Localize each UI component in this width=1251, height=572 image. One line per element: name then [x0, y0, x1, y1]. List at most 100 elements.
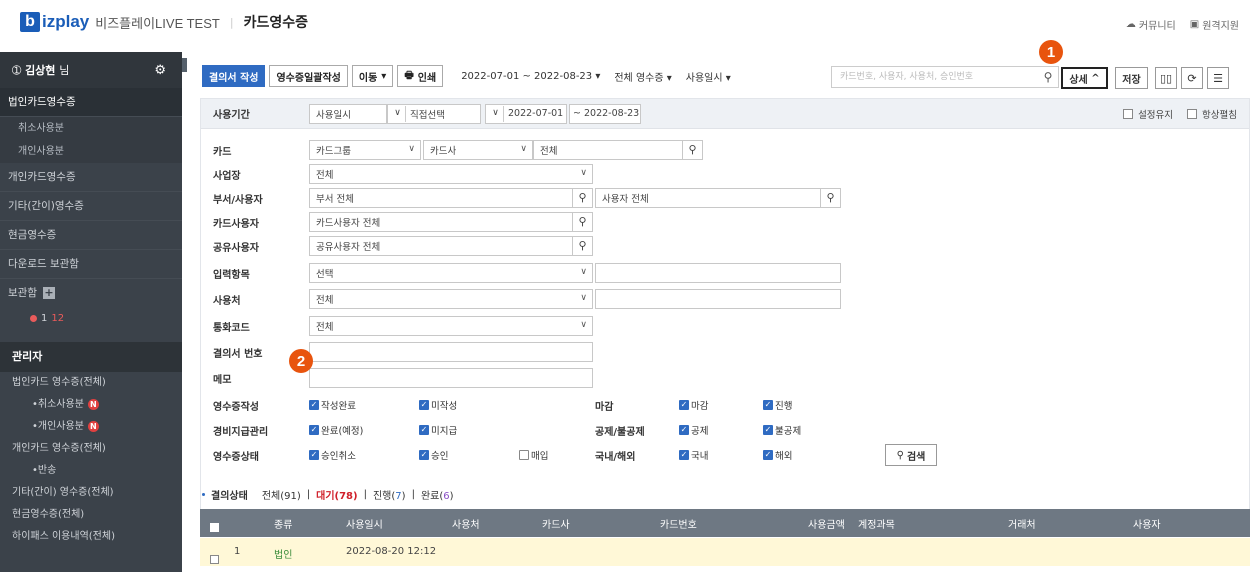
bulk-write-button[interactable]: 영수증일괄작성: [269, 65, 348, 87]
logo[interactable]: b izplay 비즈플레이LIVE TEST | 카드영수증: [20, 12, 308, 32]
list-menu-icon[interactable]: ☰: [1207, 67, 1229, 89]
close-done-checkbox[interactable]: ✓ 마감: [679, 398, 763, 412]
refresh-icon[interactable]: ⟳: [1181, 67, 1203, 89]
deduct-no-checkbox[interactable]: ✓ 불공제: [763, 423, 801, 437]
card-company-select[interactable]: 카드사 ∨: [423, 140, 533, 160]
memo-row: 메모: [201, 365, 1249, 391]
sidebar-item-corp-card[interactable]: 법인카드영수증: [0, 88, 182, 117]
logo-separator: |: [229, 15, 234, 29]
dept-input[interactable]: 부서 전체 ⚲: [309, 188, 593, 208]
memo-input[interactable]: [309, 368, 593, 388]
search-input[interactable]: 카드번호, 사용자, 사용처, 승인번호: [831, 66, 1059, 88]
share-user-input[interactable]: 공유사용자 전체 ⚲: [309, 236, 593, 256]
print-button[interactable]: 🖶 인쇄: [397, 65, 444, 87]
col-place[interactable]: 사용처: [452, 516, 480, 531]
search-icon[interactable]: ⚲: [682, 141, 702, 159]
table-row[interactable]: 1 법인 2022-08-20 12:12: [200, 538, 1250, 566]
search-icon[interactable]: ⚲: [1037, 66, 1059, 88]
expense-done-checkbox[interactable]: ✓ 완료(예정): [309, 423, 419, 437]
place-select[interactable]: 전체 ∨: [309, 289, 593, 309]
chevron-down-icon: ∨: [580, 168, 587, 178]
save-button[interactable]: 저장: [1115, 67, 1148, 89]
sidebar-item-personal-card[interactable]: 개인카드영수증: [0, 163, 182, 192]
input-item-row: 입력항목 선택 ∨: [201, 260, 1249, 286]
write-not-checkbox[interactable]: ✓ 미작성: [419, 398, 595, 412]
admin-item-hipass-all[interactable]: 하이패스 이용내역(전체): [0, 526, 182, 548]
col-amount[interactable]: 사용금액: [808, 516, 845, 531]
detail-toggle-button[interactable]: 상세 ^: [1061, 67, 1108, 89]
resolution-number-input[interactable]: [309, 342, 593, 362]
close-progress-checkbox[interactable]: ✓ 진행: [763, 398, 792, 412]
search-icon[interactable]: ⚲: [572, 213, 592, 231]
status-all[interactable]: 전체(91): [262, 487, 301, 502]
sidebar-item-download-box[interactable]: 다운로드 보관함: [0, 250, 182, 279]
date-range-dropdown[interactable]: 2022-07-01 ~ 2022-08-23 ▾: [461, 71, 600, 82]
status-approve-checkbox[interactable]: ✓ 승인: [419, 448, 519, 462]
col-vendor[interactable]: 거래처: [1008, 516, 1036, 531]
user-input[interactable]: 사용자 전체 ⚲: [595, 188, 841, 208]
search-button[interactable]: ⚲ 검색: [885, 444, 937, 466]
admin-item-etc-all[interactable]: 기타(간이) 영수증(전체): [0, 482, 182, 504]
status-cancel-checkbox[interactable]: ✓ 승인취소: [309, 448, 419, 462]
input-item-field[interactable]: [595, 263, 841, 283]
date-type-dropdown[interactable]: 사용일시 ▾: [686, 69, 731, 84]
col-datetime[interactable]: 사용일시: [346, 516, 383, 531]
period-mode-select[interactable]: ∨ 직접선택: [387, 103, 481, 124]
admin-item-cancel[interactable]: •취소사용분 N: [0, 394, 182, 416]
status-done[interactable]: 완료(6): [421, 487, 454, 502]
always-open-checkbox[interactable]: 항상펼침: [1187, 107, 1237, 121]
status-progress[interactable]: 진행(7): [373, 487, 406, 502]
receipt-filter-dropdown[interactable]: 전체 영수증 ▾: [614, 69, 671, 84]
col-account[interactable]: 계정과목: [858, 516, 895, 531]
admin-item-personal-use[interactable]: •개인사용분 N: [0, 416, 182, 438]
col-card-company[interactable]: 카드사: [542, 516, 570, 531]
status-buy-checkbox[interactable]: 매입: [519, 448, 595, 462]
place-field[interactable]: [595, 289, 841, 309]
column-chart-icon[interactable]: ▯▯: [1155, 67, 1177, 89]
plus-icon[interactable]: +: [42, 287, 55, 299]
admin-item-return[interactable]: •반송: [0, 460, 182, 482]
keep-setting-checkbox[interactable]: 설정유지: [1123, 107, 1173, 121]
date-from-input[interactable]: ∨ 2022-07-01: [485, 103, 567, 124]
sidebar-item-cash-receipt[interactable]: 현금영수증: [0, 221, 182, 250]
expense-not-checkbox[interactable]: ✓ 미지급: [419, 423, 595, 437]
region-abroad-checkbox[interactable]: ✓ 해외: [763, 448, 885, 462]
write-resolution-button[interactable]: 결의서 작성: [202, 65, 266, 87]
sidebar-item-storage[interactable]: 보관함 +: [0, 279, 182, 308]
search-icon[interactable]: ⚲: [820, 189, 840, 207]
admin-item-cash-all[interactable]: 현금영수증(전체): [0, 504, 182, 526]
col-card-number[interactable]: 카드번호: [660, 516, 697, 531]
bullet-icon: [202, 492, 205, 496]
printer-icon: 🖶: [404, 69, 414, 81]
remote-support-link[interactable]: ▣ 원격지원: [1190, 17, 1239, 32]
sidebar-item-cancel[interactable]: 취소사용분: [0, 117, 182, 140]
period-type-select[interactable]: 사용일시: [309, 103, 387, 124]
region-dom-checkbox[interactable]: ✓ 국내: [679, 448, 763, 462]
site-select[interactable]: 전체 ∨: [309, 164, 593, 184]
col-user[interactable]: 사용자: [1133, 516, 1161, 531]
currency-select[interactable]: 전체 ∨: [309, 316, 593, 336]
row-type[interactable]: 법인: [274, 546, 292, 561]
card-input[interactable]: 전체 ⚲: [533, 140, 703, 160]
card-group-select[interactable]: 카드그룹 ∨: [309, 140, 421, 160]
user-row: ➀ 김상현 님 ⚙: [0, 52, 182, 88]
sidebar-collapse-handle[interactable]: [182, 58, 187, 72]
card-user-input[interactable]: 카드사용자 전체 ⚲: [309, 212, 593, 232]
sidebar-item-etc-receipt[interactable]: 기타(간이)영수증: [0, 192, 182, 221]
storage-count[interactable]: 1 12: [0, 308, 182, 328]
move-button[interactable]: 이동 ▾: [351, 65, 394, 87]
col-type[interactable]: 종류: [274, 516, 292, 531]
write-done-checkbox[interactable]: ✓ 작성완료: [309, 398, 419, 412]
search-icon[interactable]: ⚲: [572, 237, 592, 255]
date-to-input[interactable]: ~2022-08-23: [569, 103, 641, 124]
deduct-yes-checkbox[interactable]: ✓ 공제: [679, 423, 763, 437]
admin-item-personal-all[interactable]: 개인카드 영수증(전체): [0, 438, 182, 460]
user-info[interactable]: ➀ 김상현 님: [12, 62, 69, 78]
sidebar-item-personal-use[interactable]: 개인사용분: [0, 140, 182, 163]
status-wait[interactable]: 대기(78): [316, 487, 357, 502]
input-item-select[interactable]: 선택 ∨: [309, 263, 593, 283]
community-link[interactable]: ☁ 커뮤니티: [1126, 17, 1176, 32]
gear-icon[interactable]: ⚙: [154, 63, 166, 78]
admin-item-corp-all[interactable]: 법인카드 영수증(전체): [0, 372, 182, 394]
search-icon[interactable]: ⚲: [572, 189, 592, 207]
